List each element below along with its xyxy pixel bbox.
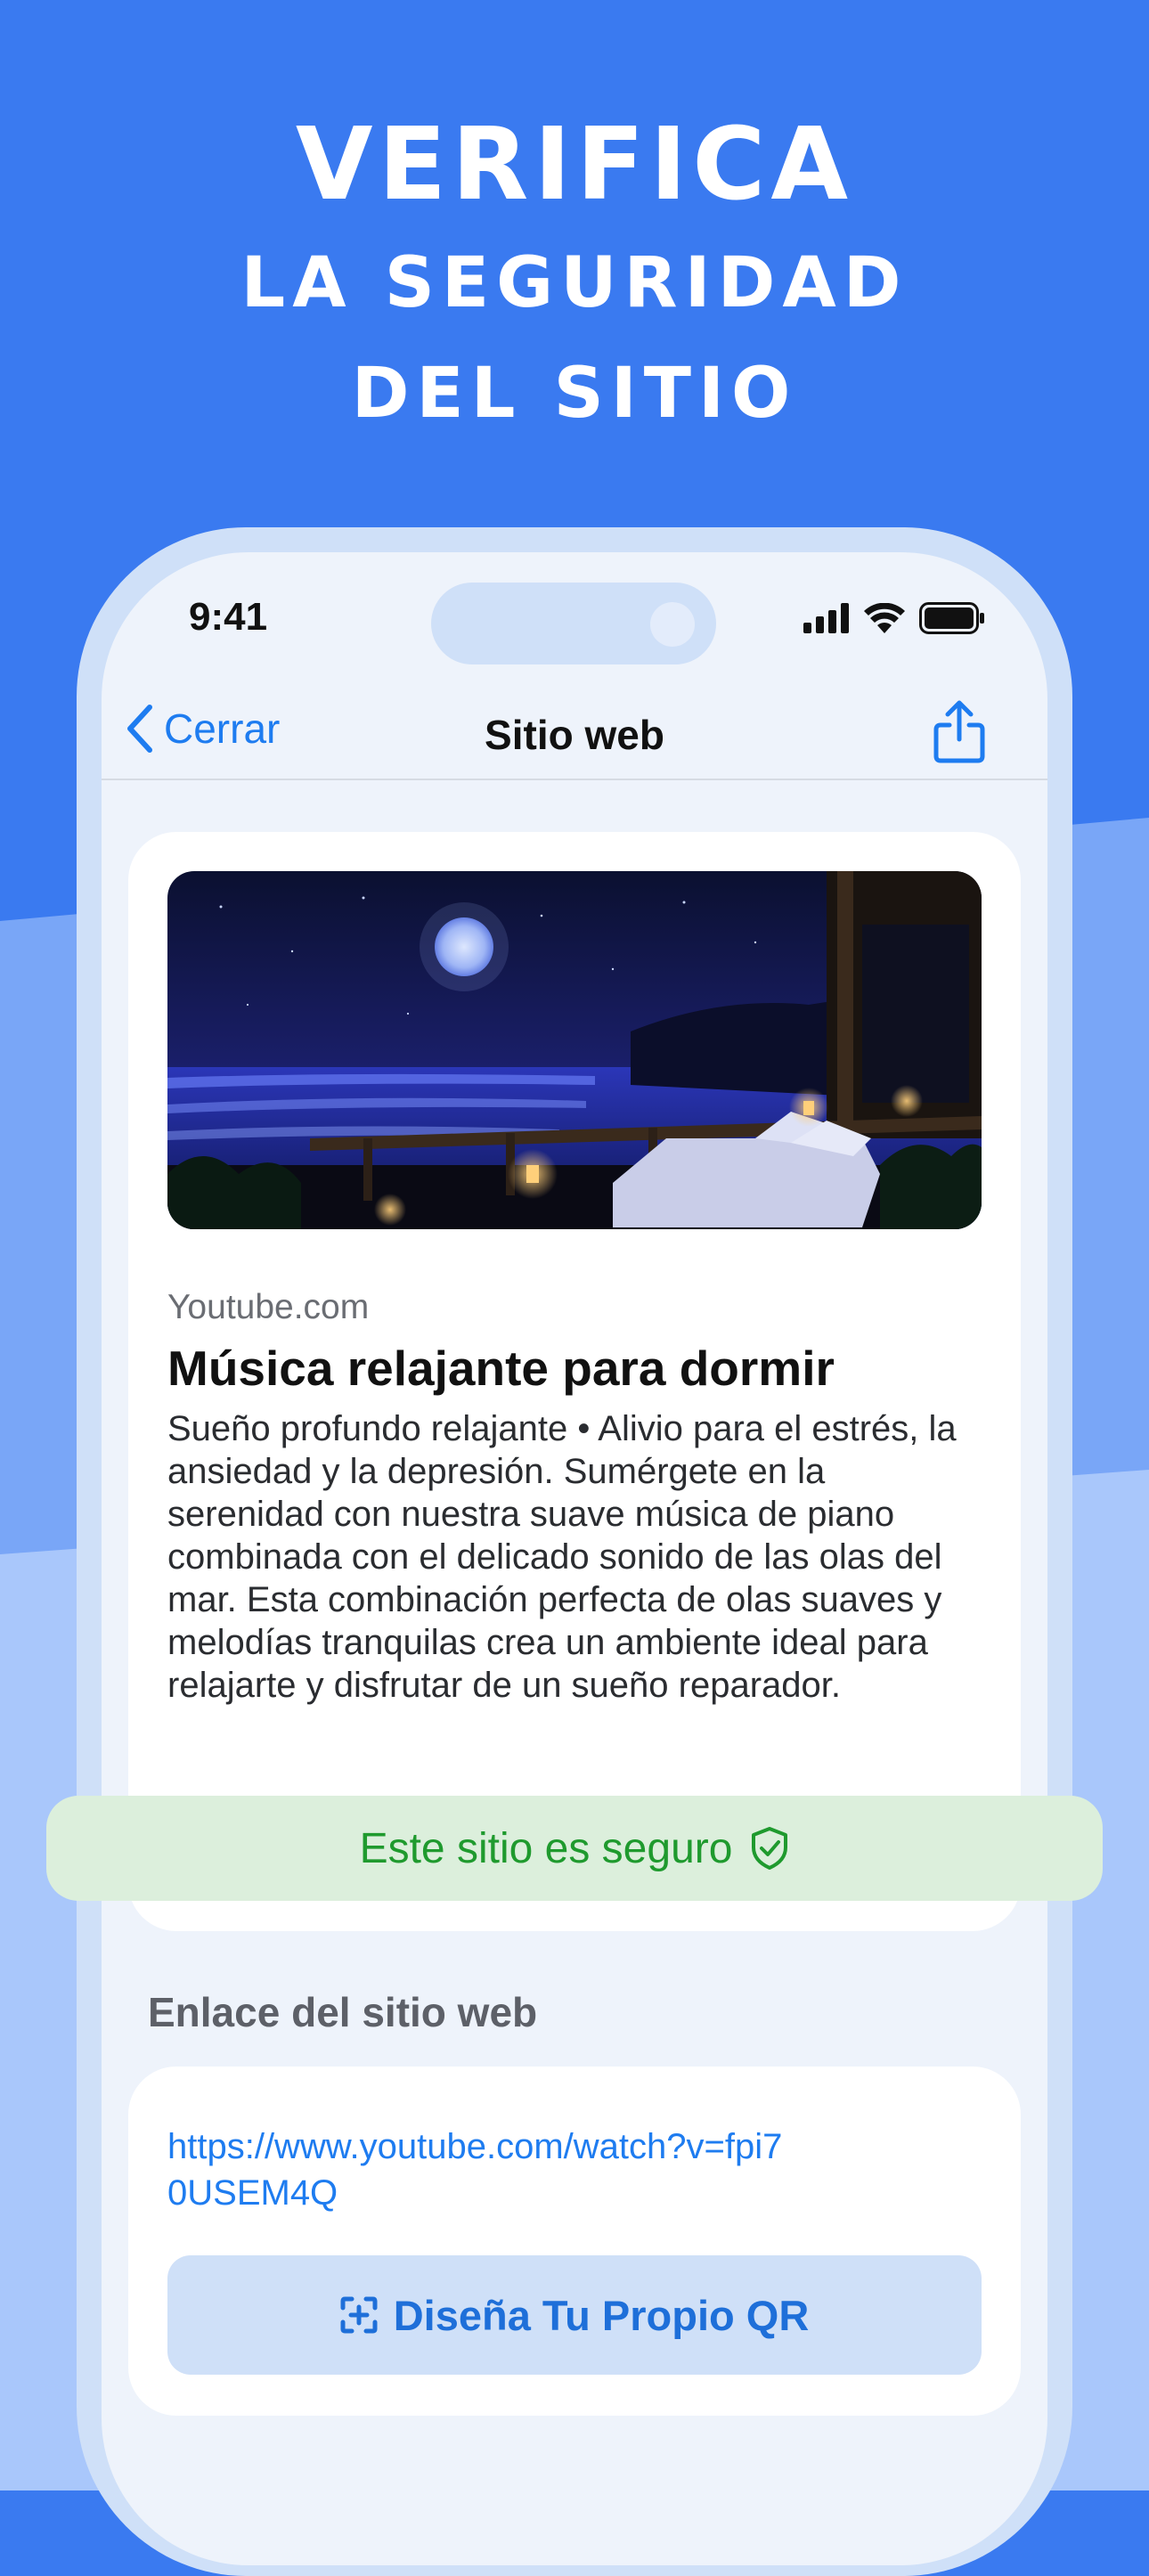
safety-status-label: Este sitio es seguro	[359, 1824, 733, 1872]
status-icons	[803, 600, 985, 636]
headline-line-3: DEL SITIO	[351, 354, 798, 434]
chevron-left-icon	[127, 705, 152, 753]
site-title: Música relajante para dormir	[167, 1341, 835, 1396]
qr-scan-plus-icon	[340, 2296, 378, 2334]
close-button-label: Cerrar	[164, 705, 281, 752]
site-description: Sueño profundo relajante • Alivio para e…	[167, 1409, 957, 1705]
link-card: https://www.youtube.com/watch?v=fpi70USE…	[128, 2067, 1021, 2416]
share-icon[interactable]	[932, 700, 987, 764]
headline-line-1: VERIFICA	[295, 107, 854, 223]
wifi-icon	[864, 603, 905, 633]
site-thumbnail	[167, 871, 982, 1229]
headline-line-2: LA SEGURIDAD	[240, 243, 909, 323]
safety-status-banner: Este sitio es seguro	[46, 1796, 1103, 1901]
site-preview-card: Youtube.com Música relajante para dormir…	[128, 832, 1021, 1931]
close-button[interactable]: Cerrar	[125, 704, 280, 754]
link-section-label: Enlace del sitio web	[148, 1989, 538, 2035]
status-bar: 9:41	[102, 552, 1047, 664]
status-time: 9:41	[189, 595, 268, 639]
design-qr-button[interactable]: Diseña Tu Propio QR	[167, 2255, 982, 2375]
night-beach-terrace-image	[167, 871, 982, 1229]
site-url-link[interactable]: https://www.youtube.com/watch?v=fpi70USE…	[167, 2124, 791, 2216]
shield-check-icon	[752, 1827, 788, 1870]
dynamic-island	[431, 583, 716, 664]
site-domain: Youtube.com	[167, 1288, 370, 1326]
design-qr-button-label: Diseña Tu Propio QR	[393, 2291, 810, 2339]
phone-screen: 9:41 Cerrar Sitio web Youtube.com Música…	[102, 552, 1047, 2565]
battery-icon	[919, 602, 984, 634]
navigation-bar: Cerrar Sitio web	[102, 686, 1047, 780]
camera-dot	[650, 602, 695, 647]
cellular-signal-icon	[803, 603, 849, 633]
